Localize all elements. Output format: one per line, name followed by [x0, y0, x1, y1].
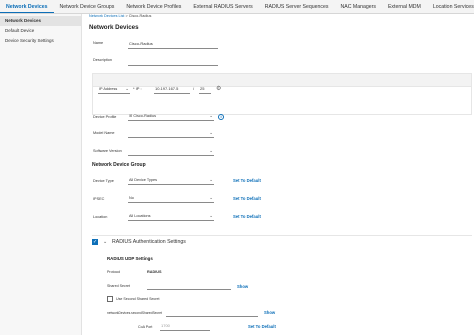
device-profile-icon: ⊞: [129, 113, 133, 118]
section-divider: [92, 235, 472, 236]
software-version-label: Software Version: [93, 149, 122, 153]
protocol-label: Protocol: [107, 270, 121, 274]
shared-secret-show-link[interactable]: Show: [237, 284, 248, 289]
breadcrumb-link[interactable]: Network Devices List: [89, 14, 124, 18]
main-content: Network Devices List > Cisco-Radius Netw…: [88, 14, 474, 335]
radius-auth-section-title: RADIUS Authentication Settings: [112, 239, 186, 245]
ipsec-select[interactable]: No ⌄: [128, 194, 214, 203]
ipsec-label: IPSEC: [93, 197, 105, 201]
ip-slash: /: [193, 86, 195, 91]
ip-mask-input[interactable]: 25: [199, 85, 211, 94]
coa-port-input[interactable]: 1700: [160, 322, 210, 331]
description-label: Description: [93, 58, 112, 62]
chevron-down-icon: ⌄: [209, 213, 213, 218]
device-profile-value: Cisco-Radius: [133, 114, 156, 118]
info-icon[interactable]: i: [218, 114, 224, 120]
ipsec-value: No: [129, 196, 134, 200]
radius-auth-checkbox[interactable]: ✓: [92, 239, 98, 245]
second-secret-label: Use Second Shared Secret: [116, 297, 160, 301]
name-label: Name: [93, 41, 104, 45]
tab-network-devices[interactable]: Network Devices: [0, 0, 54, 13]
top-tab-bar: Network Devices Network Device Groups Ne…: [0, 0, 474, 14]
second-secret-show-link[interactable]: Show: [264, 310, 275, 315]
shared-secret-label: Shared Secret: [107, 284, 130, 288]
chevron-down-icon: ⌄: [209, 113, 213, 118]
location-value: All Locations: [129, 214, 151, 218]
description-input[interactable]: [128, 57, 218, 66]
software-version-select[interactable]: ⌄: [128, 147, 214, 156]
sidebar: Network Devices Default Device Device Se…: [0, 14, 82, 335]
ip-type-select[interactable]: IP Address ⌄: [98, 85, 130, 94]
device-type-set-default-link[interactable]: Set To Default: [233, 178, 261, 183]
chevron-down-icon: ⌄: [209, 130, 213, 135]
second-secret-checkbox[interactable]: [107, 296, 113, 302]
device-type-value: All Device Types: [129, 178, 157, 182]
ndg-section-title: Network Device Group: [92, 162, 146, 168]
chevron-down-icon[interactable]: ⌄: [103, 239, 107, 245]
breadcrumb-current: Cisco-Radius: [128, 14, 152, 18]
sidebar-item-network-devices[interactable]: Network Devices: [0, 16, 81, 26]
shared-secret-input[interactable]: [147, 281, 231, 290]
device-type-label: Device Type: [93, 179, 114, 183]
tab-location-services[interactable]: Location Services: [427, 0, 474, 13]
tab-external-radius-servers[interactable]: External RADIUS Servers: [187, 0, 258, 13]
second-secret-input[interactable]: [166, 308, 258, 317]
chevron-down-icon: ⌄: [125, 86, 129, 91]
location-set-default-link[interactable]: Set To Default: [233, 214, 261, 219]
coa-port-label: CoA Port: [138, 325, 153, 329]
device-type-select[interactable]: All Device Types ⌄: [128, 176, 214, 185]
device-profile-select[interactable]: ⊞ Cisco-Radius ⌄: [128, 112, 214, 121]
location-label: Location: [93, 215, 108, 219]
tab-network-device-groups[interactable]: Network Device Groups: [54, 0, 121, 13]
gear-icon[interactable]: ⚙: [216, 86, 221, 92]
model-name-select[interactable]: ⌄: [128, 129, 214, 138]
coa-port-set-default-link[interactable]: Set To Default: [248, 324, 276, 329]
protocol-value: RADIUS: [147, 270, 162, 274]
chevron-down-icon: ⌄: [209, 148, 213, 153]
tab-nac-managers[interactable]: NAC Managers: [335, 0, 382, 13]
radius-udp-title: RADIUS UDP Settings: [107, 256, 153, 261]
ipsec-set-default-link[interactable]: Set To Default: [233, 196, 261, 201]
model-name-label: Model Name: [93, 131, 115, 135]
breadcrumb: Network Devices List > Cisco-Radius: [89, 14, 151, 18]
ip-header-band: [92, 73, 472, 87]
ip-label: * IP :: [133, 86, 142, 91]
device-profile-label: Device Profile: [93, 115, 117, 119]
tab-radius-server-sequences[interactable]: RADIUS Server Sequences: [259, 0, 335, 13]
location-select[interactable]: All Locations ⌄: [128, 212, 214, 221]
tab-external-mdm[interactable]: External MDM: [382, 0, 427, 13]
page-title: Network Devices: [89, 24, 139, 31]
second-secret-field-label: networkDevices.secondSharedSecret: [107, 311, 162, 315]
chevron-down-icon: ⌄: [209, 195, 213, 200]
sidebar-item-default-device[interactable]: Default Device: [0, 26, 81, 36]
ip-row-container: [92, 87, 472, 115]
name-input[interactable]: Cisco-Radius: [128, 40, 218, 49]
sidebar-item-device-security-settings[interactable]: Device Security Settings: [0, 36, 81, 46]
breadcrumb-separator: >: [125, 14, 128, 18]
ip-type-value: IP Address: [99, 87, 118, 91]
tab-network-device-profiles[interactable]: Network Device Profiles: [120, 0, 187, 13]
chevron-down-icon: ⌄: [209, 177, 213, 182]
ip-address-input[interactable]: 10.197.167.5: [154, 85, 190, 94]
